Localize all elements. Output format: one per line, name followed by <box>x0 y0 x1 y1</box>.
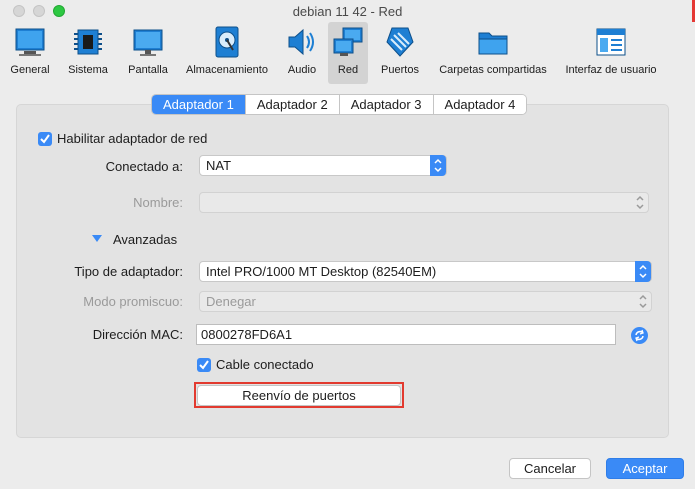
storage-icon <box>215 26 239 58</box>
accept-button[interactable]: Aceptar <box>606 458 684 479</box>
attached-to-value: NAT <box>206 158 232 173</box>
select-arrows-icon <box>635 291 651 312</box>
enable-adapter-checkbox[interactable] <box>38 132 52 146</box>
toolbar-label-red: Red <box>337 64 359 76</box>
cable-connected-checkbox[interactable] <box>197 358 211 372</box>
window-icon <box>596 28 626 56</box>
toolbar-label-audio: Audio <box>287 64 317 76</box>
select-arrows-icon <box>635 261 651 282</box>
adapter-tabs: Adaptador 1 Adaptador 2 Adaptador 3 Adap… <box>151 94 528 115</box>
monitor-icon <box>133 29 163 56</box>
folder-icon <box>478 32 508 55</box>
settings-toolbar: General Sistema Pantalla Almacenamiento … <box>0 22 695 84</box>
toolbar-label-almacenamiento: Almacenamiento <box>186 64 268 76</box>
tab-adaptador-2[interactable]: Adaptador 2 <box>244 95 339 114</box>
advanced-disclosure-icon[interactable] <box>92 235 102 242</box>
toolbar-item-sistema[interactable]: Sistema <box>62 22 114 84</box>
tab-adaptador-3[interactable]: Adaptador 3 <box>338 95 433 114</box>
toolbar-label-interfaz: Interfaz de usuario <box>565 64 657 76</box>
promiscuous-value: Denegar <box>206 294 256 309</box>
toolbar-label-sistema: Sistema <box>68 64 108 76</box>
toolbar-item-pantalla[interactable]: Pantalla <box>122 22 174 84</box>
port-forwarding-button[interactable]: Reenvío de puertos <box>197 385 401 406</box>
cable-connected-label: Cable conectado <box>216 357 314 372</box>
toolbar-label-puertos: Puertos <box>381 64 419 76</box>
title-bar: debian 11 42 - Red <box>0 0 695 22</box>
tab-adaptador-4[interactable]: Adaptador 4 <box>432 95 527 114</box>
select-arrows-icon <box>430 155 446 176</box>
ports-icon <box>386 27 414 57</box>
chip-icon <box>74 29 102 55</box>
adapter-type-value: Intel PRO/1000 MT Desktop (82540EM) <box>206 264 437 279</box>
adapter-type-select[interactable]: Intel PRO/1000 MT Desktop (82540EM) <box>199 261 652 282</box>
checkmark-icon <box>40 134 50 144</box>
general-icon <box>15 28 45 56</box>
promiscuous-label: Modo promiscuo: <box>83 294 183 309</box>
toolbar-item-almacenamiento[interactable]: Almacenamiento <box>183 22 271 84</box>
adapter-type-label: Tipo de adaptador: <box>74 264 183 279</box>
name-label: Nombre: <box>133 195 183 210</box>
cancel-button[interactable]: Cancelar <box>509 458 591 479</box>
toolbar-item-carpetas[interactable]: Carpetas compartidas <box>434 22 552 84</box>
mac-address-field[interactable]: 0800278FD6A1 <box>196 324 616 345</box>
checkmark-icon <box>199 360 209 370</box>
window-title: debian 11 42 - Red <box>292 4 403 19</box>
toolbar-item-red[interactable]: Red <box>328 22 368 84</box>
toolbar-item-puertos[interactable]: Puertos <box>377 22 423 84</box>
settings-window: debian 11 42 - Red General Sistema Panta… <box>0 0 695 489</box>
attached-to-select[interactable]: NAT <box>199 155 447 176</box>
refresh-mac-icon[interactable] <box>631 327 648 344</box>
attached-to-label: Conectado a: <box>105 159 183 174</box>
promiscuous-select[interactable]: Denegar <box>199 291 652 312</box>
advanced-label[interactable]: Avanzadas <box>113 232 177 247</box>
tab-adaptador-1[interactable]: Adaptador 1 <box>152 95 245 114</box>
select-arrows-icon <box>632 192 648 213</box>
toolbar-item-audio[interactable]: Audio <box>281 22 323 84</box>
mac-address-label: Dirección MAC: <box>92 327 183 342</box>
toolbar-item-general[interactable]: General <box>6 22 54 84</box>
speaker-icon <box>288 28 314 56</box>
toolbar-label-pantalla: Pantalla <box>128 64 168 76</box>
toolbar-label-carpetas: Carpetas compartidas <box>439 64 547 76</box>
network-icon <box>333 27 363 56</box>
toolbar-item-interfaz[interactable]: Interfaz de usuario <box>562 22 660 84</box>
toolbar-label-general: General <box>10 64 50 76</box>
name-select[interactable] <box>199 192 649 213</box>
enable-adapter-label: Habilitar adaptador de red <box>57 131 208 146</box>
